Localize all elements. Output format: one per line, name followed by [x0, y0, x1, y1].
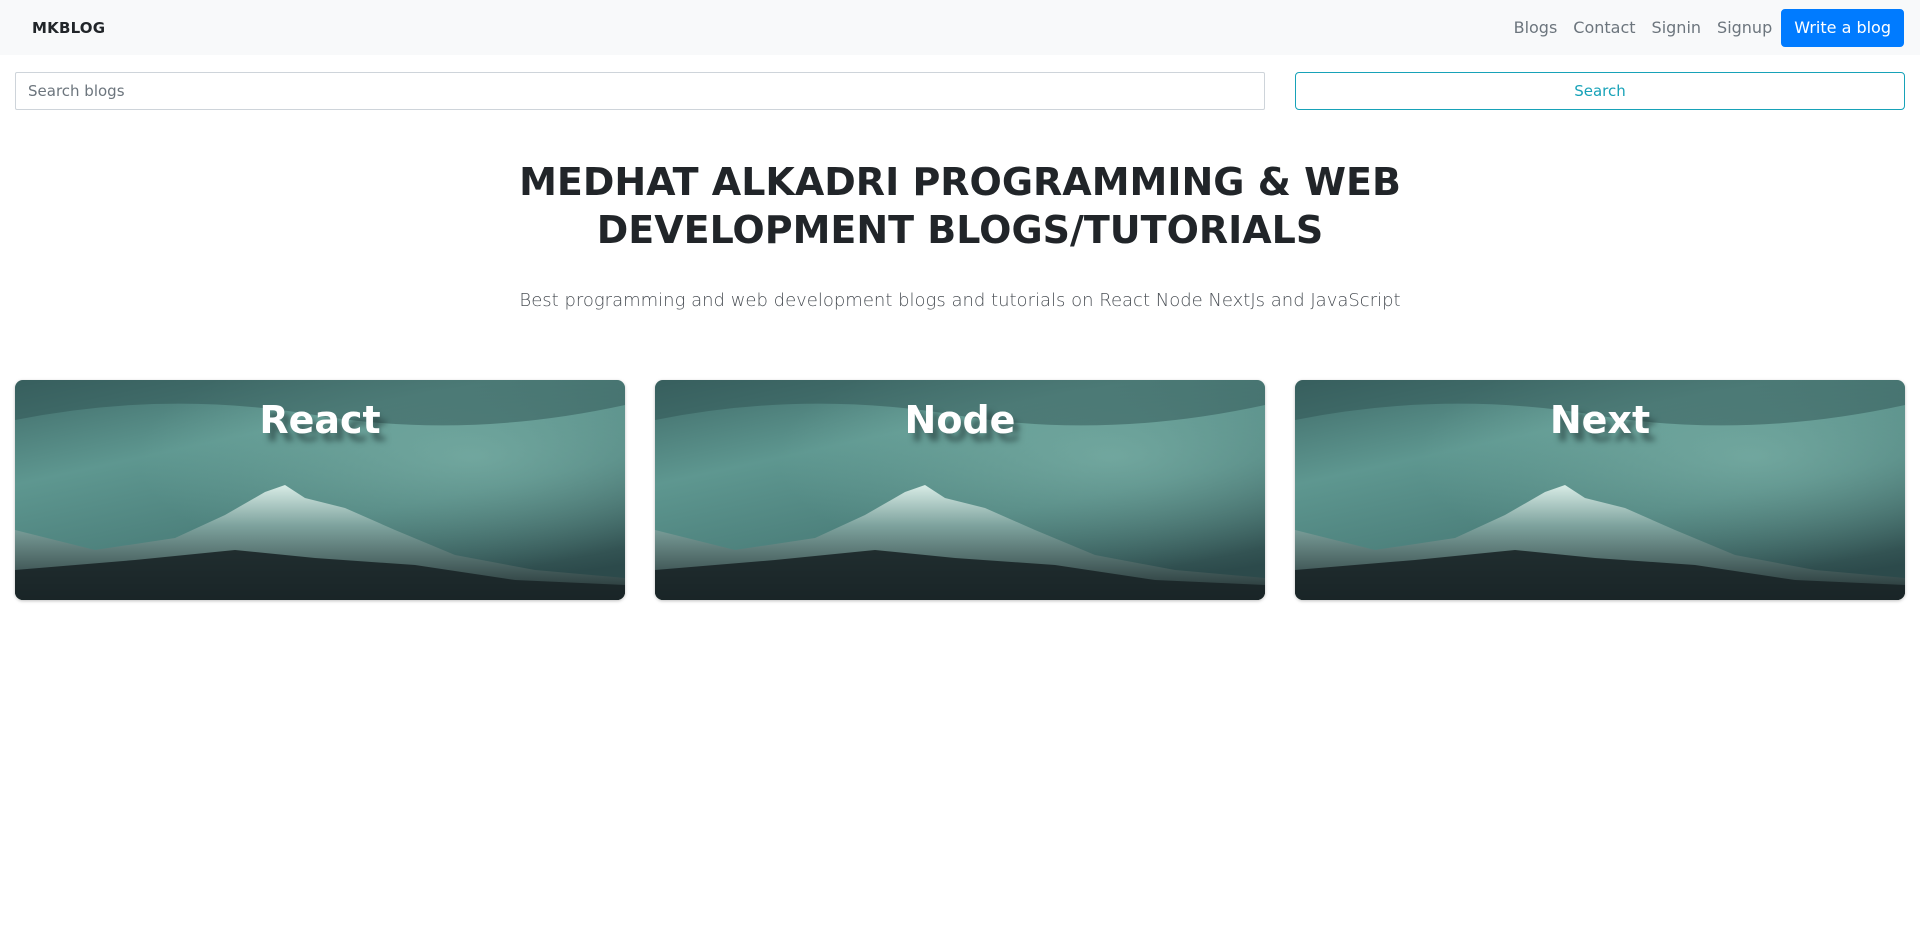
search-button[interactable]: Search: [1295, 72, 1905, 110]
category-card-next[interactable]: Next: [1295, 380, 1905, 600]
page-subtitle: Best programming and web development blo…: [519, 290, 1401, 311]
card-title: Next: [1549, 398, 1651, 442]
navbar: MKBLOG Blogs Contact Signin Signup Write…: [0, 0, 1920, 55]
card-title: React: [259, 398, 381, 442]
page-title: MEDHAT ALKADRI PROGRAMMING & WEB DEVELOP…: [519, 160, 1401, 252]
card-title: Node: [904, 398, 1016, 442]
search-input[interactable]: [15, 72, 1265, 110]
nav-link-blogs[interactable]: Blogs: [1506, 0, 1566, 55]
write-blog-button[interactable]: Write a blog: [1781, 8, 1904, 47]
nav-link-signin[interactable]: Signin: [1644, 0, 1709, 55]
search-bar: Search: [15, 72, 1905, 110]
nav-link-contact[interactable]: Contact: [1565, 0, 1643, 55]
nav-links: Blogs Contact Signin Signup Write a blog: [1506, 0, 1904, 55]
category-cards: React Node Next: [15, 380, 1905, 600]
brand-logo[interactable]: MKBLOG: [32, 19, 105, 37]
nav-link-signup[interactable]: Signup: [1709, 0, 1780, 55]
category-card-node[interactable]: Node: [655, 380, 1265, 600]
category-card-react[interactable]: React: [15, 380, 625, 600]
